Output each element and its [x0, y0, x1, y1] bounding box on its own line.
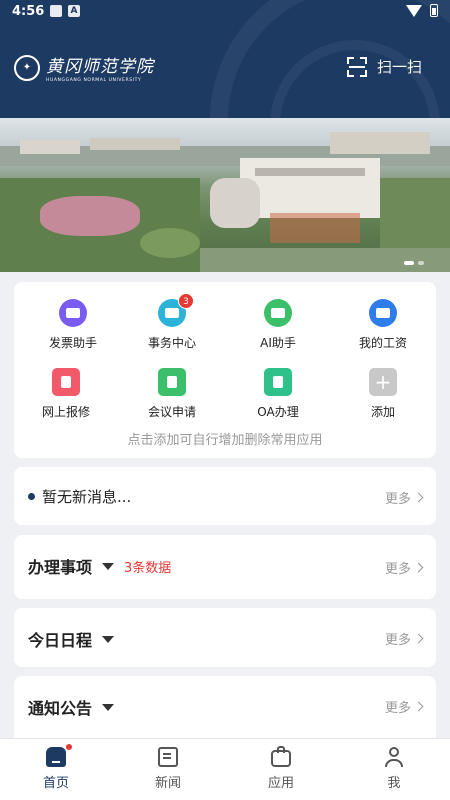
university-seal-icon: ✦ — [14, 54, 40, 81]
a-icon: A — [68, 5, 80, 17]
banner-pager[interactable] — [404, 261, 424, 265]
section-title: 通知公告 — [28, 699, 93, 718]
app-meeting-request[interactable]: 会议申请 — [122, 368, 222, 420]
more-label: 更多 — [384, 562, 411, 577]
todo-count: 3条数据 — [124, 561, 172, 576]
todo-dropdown[interactable]: 办理事项 — [28, 554, 115, 578]
tab-label: 应用 — [267, 776, 294, 791]
section-schedule: 今日日程 更多 — [14, 608, 436, 667]
app-label: OA办理 — [257, 405, 299, 419]
scan-label: 扫一扫 — [376, 58, 422, 76]
schedule-dropdown[interactable]: 今日日程 — [28, 627, 115, 651]
tab-label: 我 — [387, 776, 401, 791]
app-label: 我的工资 — [358, 336, 407, 350]
caret-down-icon — [102, 562, 115, 570]
tab-profile[interactable]: 我 — [338, 747, 450, 791]
status-bar: 4:56 A — [0, 0, 450, 24]
app-label: 发票助手 — [48, 336, 97, 350]
salary-icon — [369, 299, 397, 327]
app-affairs-center[interactable]: 3 事务中心 — [122, 293, 222, 351]
image-icon — [50, 5, 62, 17]
app-my-salary[interactable]: 我的工资 — [333, 299, 433, 351]
chevron-right-icon — [413, 492, 424, 503]
apps-icon — [271, 746, 291, 767]
message-text: 暂无新消息... — [42, 488, 132, 506]
battery-icon — [430, 4, 438, 17]
chevron-right-icon — [413, 562, 424, 573]
notification-badge: 3 — [178, 293, 194, 309]
add-icon: + — [369, 368, 397, 396]
caret-down-icon — [102, 635, 115, 643]
todo-more-link[interactable]: 更多 — [384, 558, 424, 577]
repair-icon — [52, 368, 80, 396]
meeting-icon — [158, 368, 186, 396]
section-title: 今日日程 — [28, 631, 93, 650]
app-label: 网上报修 — [41, 405, 90, 419]
section-notices: 通知公告 更多 — [14, 676, 436, 738]
oa-icon — [264, 368, 292, 396]
chevron-right-icon — [413, 633, 424, 644]
message-more-link[interactable]: 更多 — [384, 488, 424, 507]
campus-banner[interactable] — [0, 118, 450, 272]
app-label: AI助手 — [260, 336, 296, 350]
chevron-right-icon — [413, 701, 424, 712]
app-label: 添加 — [370, 405, 395, 419]
wifi-icon — [406, 4, 422, 17]
section-title: 办理事项 — [28, 558, 93, 577]
home-icon — [46, 744, 72, 767]
affairs-icon: 3 — [158, 293, 194, 327]
status-time: 4:56 — [12, 4, 45, 19]
section-todo: 办理事项 3条数据 更多 — [14, 535, 436, 599]
profile-icon — [384, 747, 404, 767]
quick-apps-card: 发票助手 3 事务中心 AI助手 我的工资 网上报修 会议申请 OA办理 + 添… — [14, 282, 436, 458]
scan-icon — [346, 56, 367, 77]
app-online-repair[interactable]: 网上报修 — [16, 368, 116, 420]
schedule-more-link[interactable]: 更多 — [384, 629, 424, 648]
app-oa-processing[interactable]: OA办理 — [228, 368, 328, 420]
logo-name: 黄冈师范学院 — [46, 57, 154, 77]
notices-more-link[interactable]: 更多 — [384, 697, 424, 716]
ai-assistant-icon — [264, 299, 292, 327]
more-label: 更多 — [384, 492, 411, 507]
app-header: 4:56 A ✦ 黄冈师范学院 HUANGGANG NORMAL UNIVERS… — [0, 0, 450, 118]
scan-button[interactable]: 扫一扫 — [346, 56, 422, 77]
app-add[interactable]: + 添加 — [333, 368, 433, 420]
unread-dot — [66, 744, 72, 750]
apps-hint: 点击添加可自行增加删除常用应用 — [127, 433, 323, 448]
tab-label: 新闻 — [154, 776, 181, 791]
app-ai-assistant[interactable]: AI助手 — [228, 299, 328, 351]
more-label: 更多 — [384, 701, 411, 716]
notices-dropdown[interactable]: 通知公告 — [28, 695, 115, 719]
bullet-dot — [28, 493, 35, 500]
logo-subtitle: HUANGGANG NORMAL UNIVERSITY — [46, 78, 142, 83]
invoice-icon — [59, 299, 87, 327]
app-invoice-assistant[interactable]: 发票助手 — [23, 299, 123, 351]
news-icon — [158, 747, 178, 767]
tab-label: 首页 — [42, 776, 69, 791]
bottom-tab-bar: 首页 新闻 应用 我 — [0, 738, 450, 800]
more-label: 更多 — [384, 633, 411, 648]
tab-apps[interactable]: 应用 — [225, 746, 337, 791]
app-label: 会议申请 — [147, 405, 196, 419]
app-label: 事务中心 — [147, 336, 196, 350]
banner-dot-active[interactable] — [404, 261, 414, 265]
university-logo: ✦ 黄冈师范学院 HUANGGANG NORMAL UNIVERSITY — [14, 52, 154, 83]
message-bar[interactable]: 暂无新消息... 更多 — [14, 467, 436, 525]
tab-home[interactable]: 首页 — [0, 744, 112, 791]
banner-dot[interactable] — [418, 261, 424, 265]
tab-news[interactable]: 新闻 — [112, 747, 224, 791]
caret-down-icon — [102, 703, 115, 711]
